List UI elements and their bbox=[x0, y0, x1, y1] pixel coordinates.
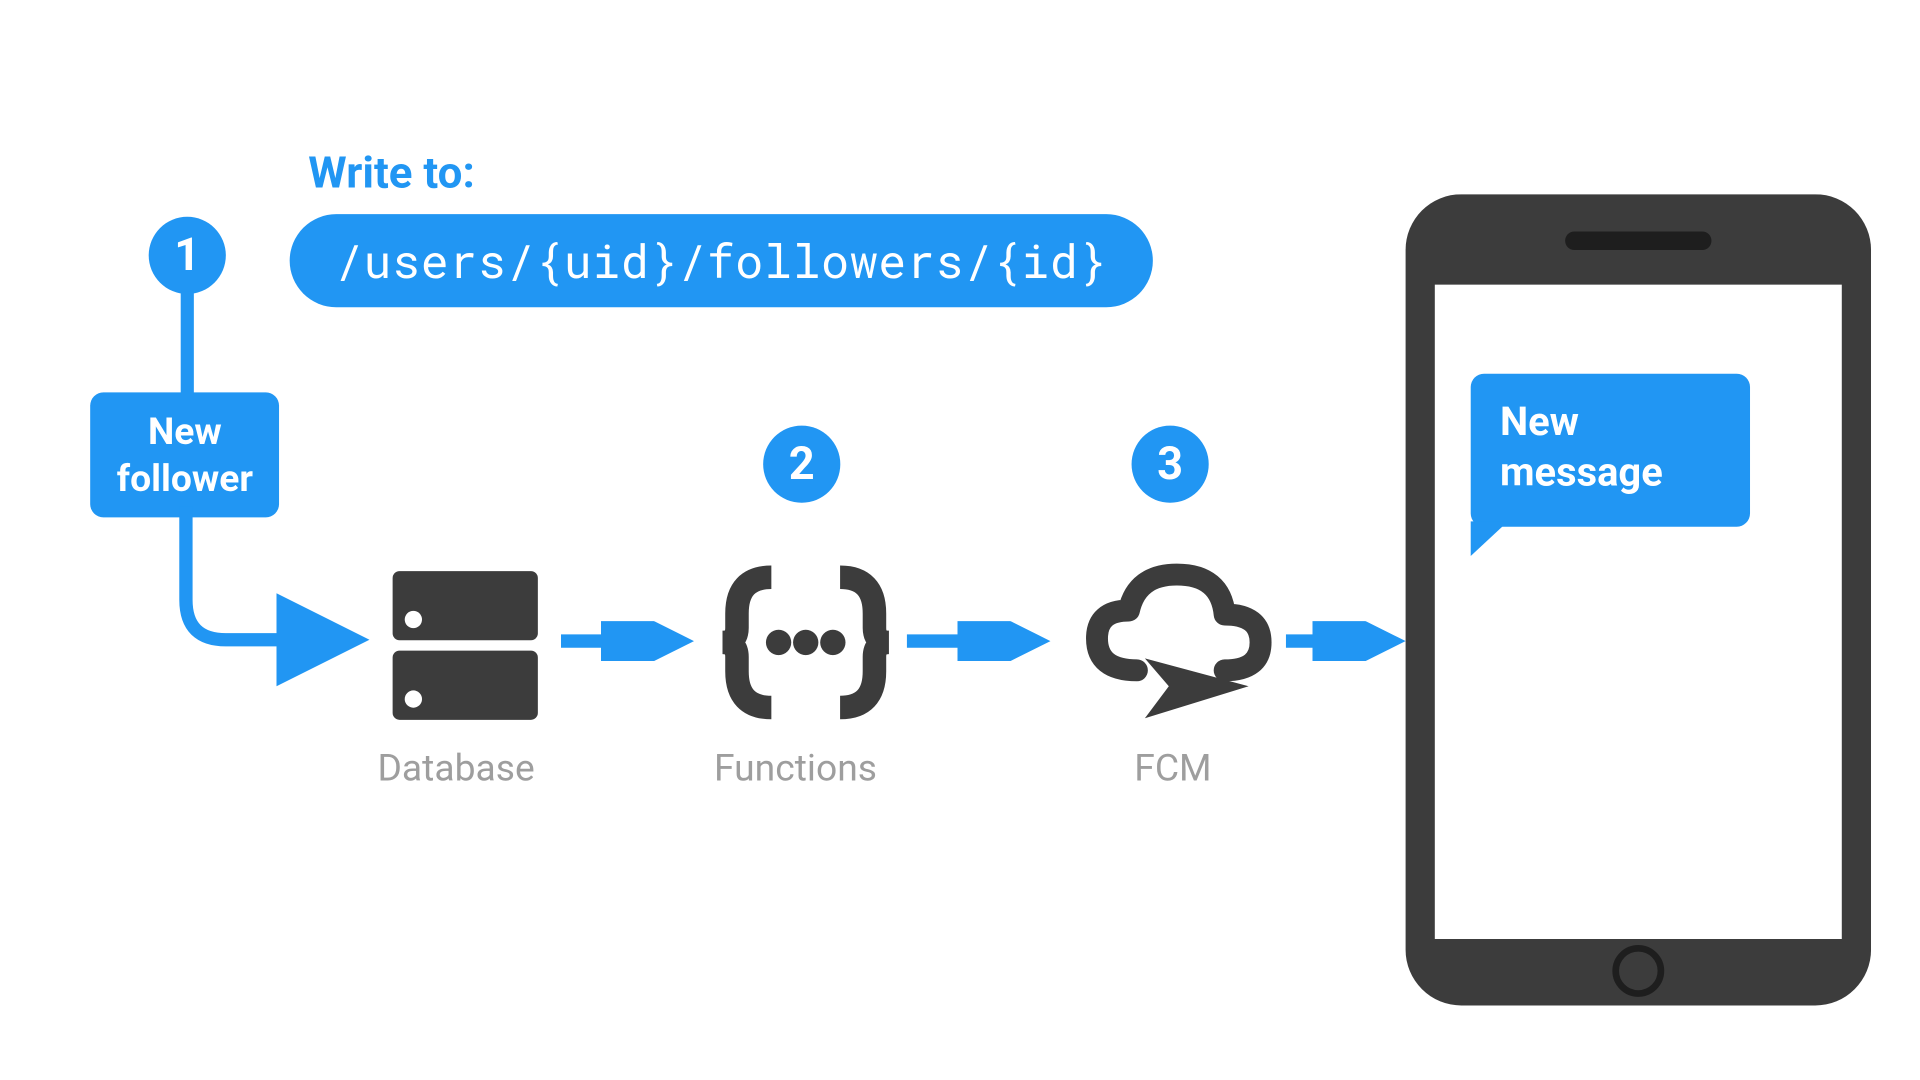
phone-icon bbox=[1406, 194, 1872, 1005]
new-follower-box: New follower bbox=[90, 392, 279, 517]
arrow-fcm-to-phone bbox=[1286, 621, 1419, 661]
message-line2: message bbox=[1500, 448, 1721, 498]
new-follower-line2: follower bbox=[117, 455, 253, 502]
arrow-follower-to-database bbox=[173, 507, 386, 693]
db-path-pill: /users/{uid}/followers/{id} bbox=[290, 214, 1153, 307]
new-message-bubble: New message bbox=[1471, 374, 1750, 527]
connector-badge1-to-box bbox=[181, 291, 194, 395]
functions-label: Functions bbox=[714, 746, 877, 790]
fcm-icon bbox=[1077, 547, 1277, 747]
database-label: Database bbox=[377, 746, 534, 790]
step-badge-1: 1 bbox=[149, 217, 226, 294]
message-line1: New bbox=[1500, 398, 1721, 448]
step-badge-3: 3 bbox=[1132, 426, 1209, 503]
functions-icon bbox=[715, 552, 896, 733]
new-follower-line1: New bbox=[117, 408, 253, 455]
write-to-label: Write to: bbox=[308, 148, 475, 200]
step-badge-2: 2 bbox=[763, 426, 840, 503]
diagram-canvas: Write to: /users/{uid}/followers/{id} 1 … bbox=[2, 1, 1917, 1078]
arrow-functions-to-fcm bbox=[907, 621, 1067, 661]
fcm-label: FCM bbox=[1134, 746, 1211, 790]
arrow-database-to-functions bbox=[561, 621, 707, 661]
database-icon bbox=[379, 557, 552, 730]
